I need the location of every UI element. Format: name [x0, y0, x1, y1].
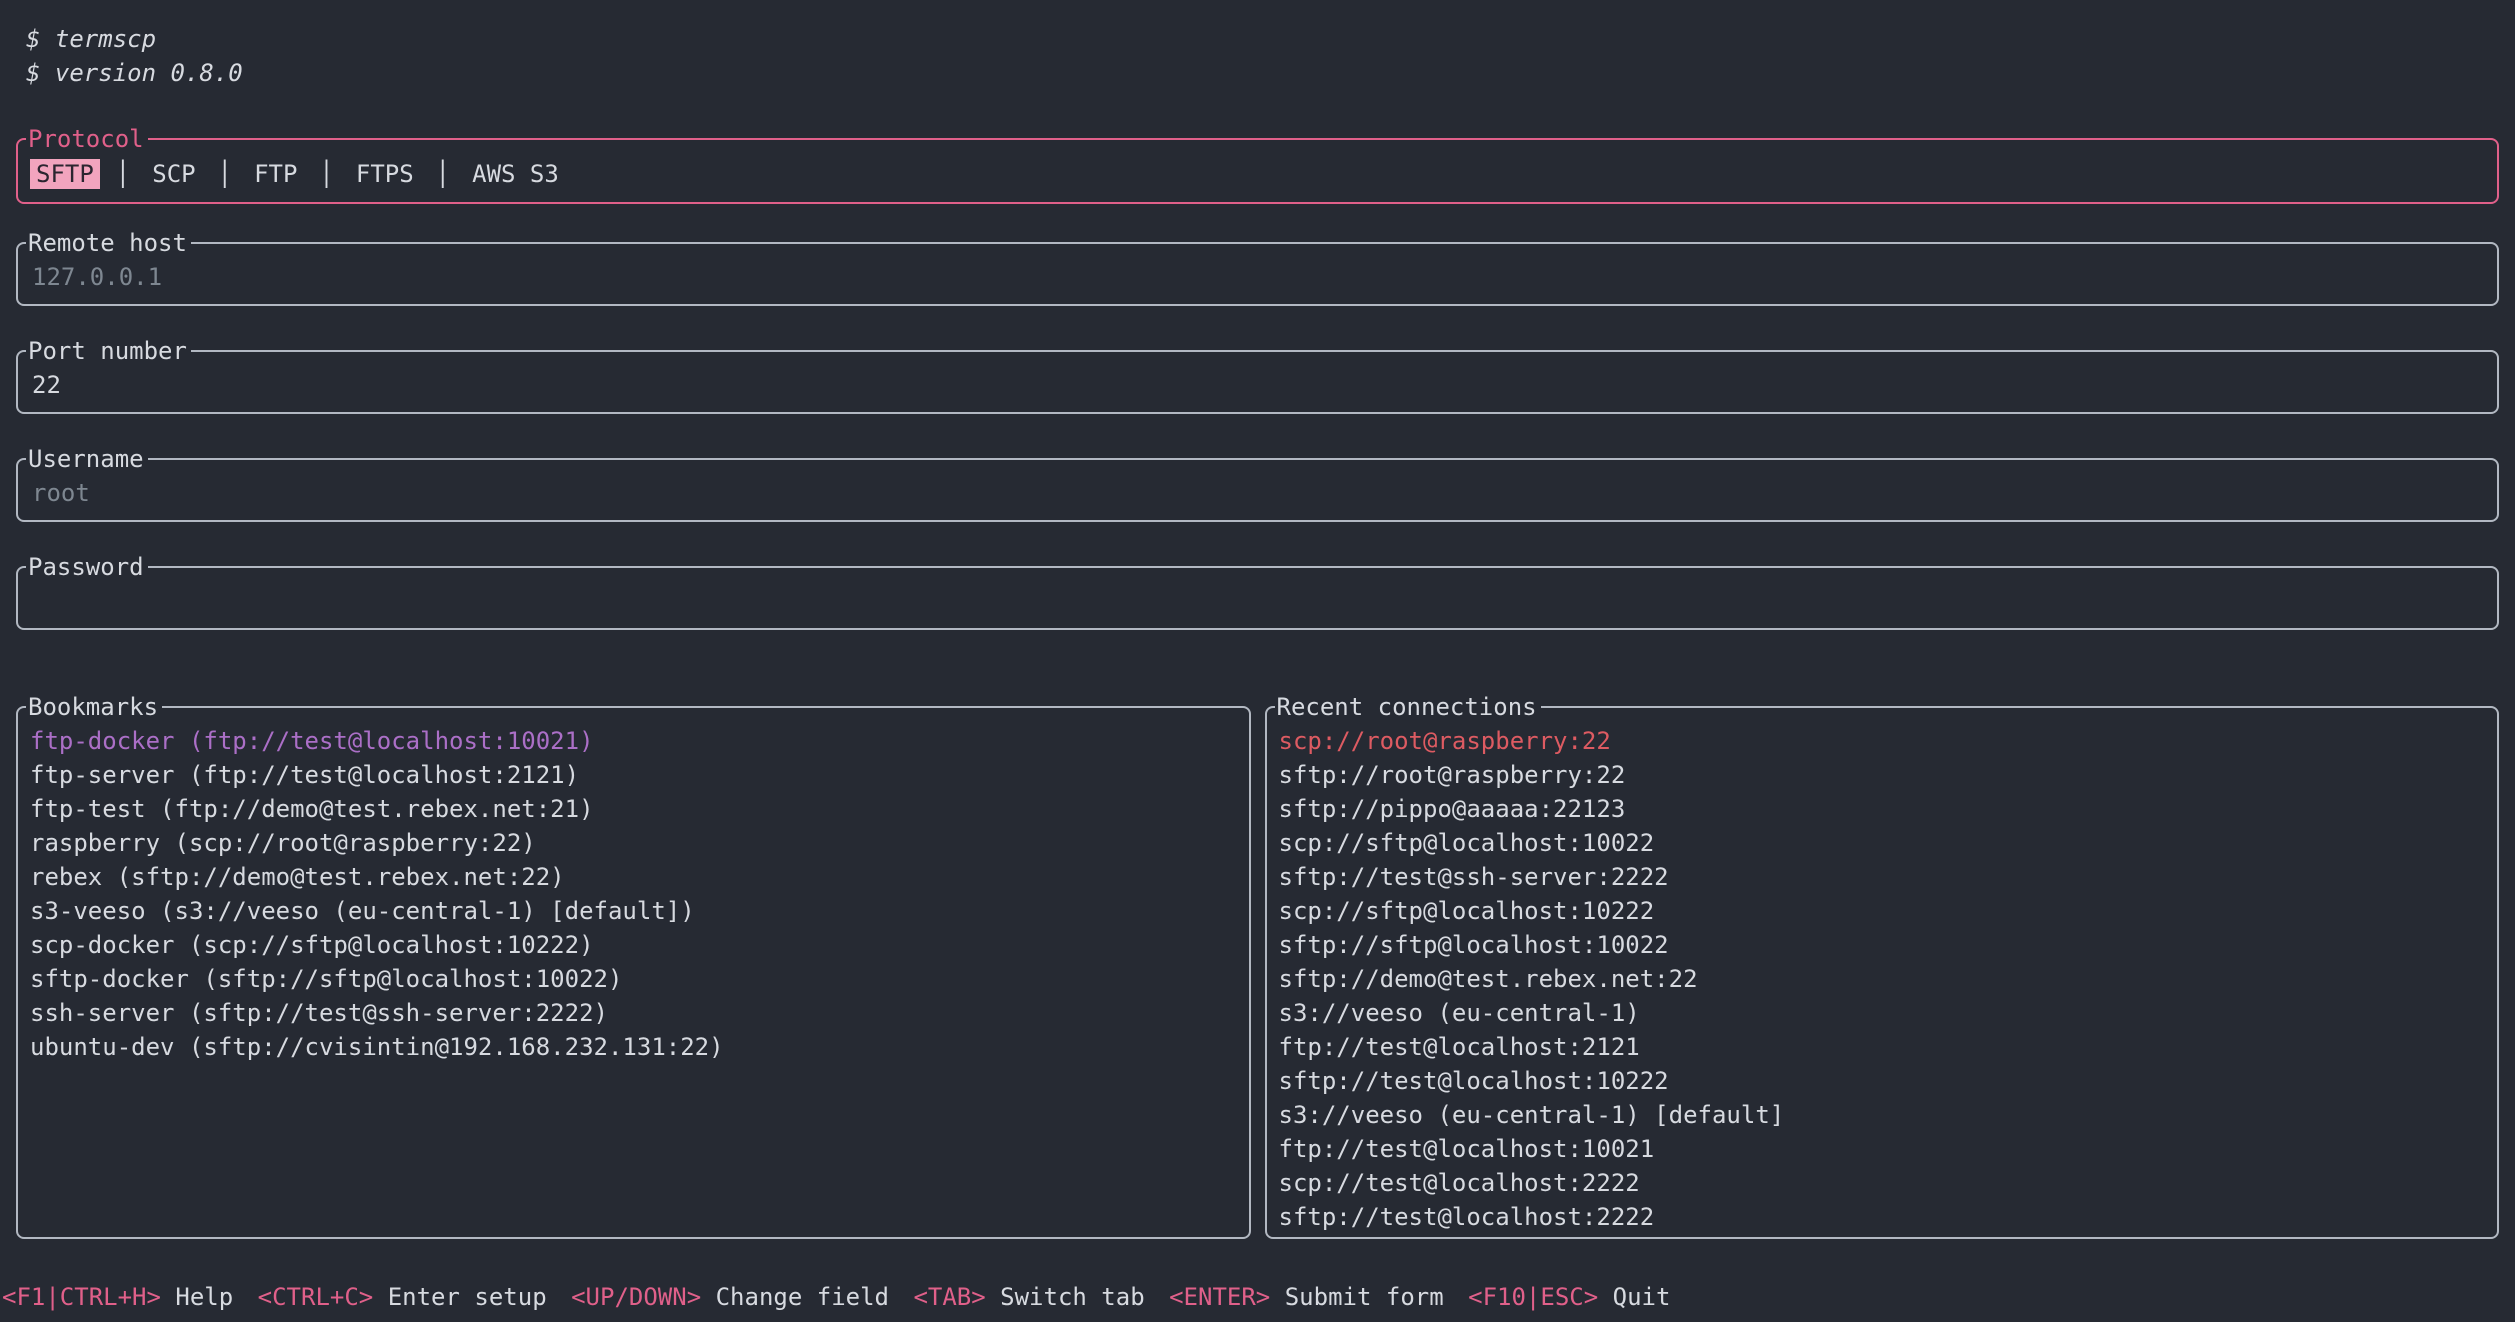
bookmark-item[interactable]: ssh-server (sftp://test@ssh-server:2222) [30, 996, 1237, 1030]
recent-connection-item[interactable]: sftp://test@ssh-server:2222 [1279, 860, 2486, 894]
hint-label: Enter setup [388, 1283, 547, 1311]
hint-label: Change field [716, 1283, 889, 1311]
remote-host-fieldset: Remote host [16, 230, 2499, 306]
recent-connection-item[interactable]: ftp://test@localhost:10021 [1279, 1132, 2486, 1166]
tab-separator: │ [218, 160, 232, 188]
remote-host-label: Remote host [26, 230, 191, 256]
protocol-tab-ftps[interactable]: FTPS [350, 159, 420, 189]
password-input[interactable] [30, 582, 2485, 620]
hint-key: <UP/DOWN> [571, 1283, 701, 1311]
termscp-auth-screen: $ termscp $ version 0.8.0 Protocol SFTP │… [0, 0, 2515, 1322]
port-label: Port number [26, 338, 191, 364]
bookmark-item[interactable]: ftp-docker (ftp://test@localhost:10021) [30, 724, 1237, 758]
recent-connection-item[interactable]: sftp://demo@test.rebex.net:22 [1279, 962, 2486, 996]
port-input[interactable] [30, 366, 2485, 404]
recent-connection-item[interactable]: sftp://pippo@aaaaa:22123 [1279, 792, 2486, 826]
tab-separator: │ [116, 160, 130, 188]
hint-label: Quit [1613, 1283, 1671, 1311]
tab-separator: │ [319, 160, 333, 188]
recent-connection-item[interactable]: scp://sftp@localhost:10022 [1279, 826, 2486, 860]
port-fieldset: Port number [16, 338, 2499, 414]
tab-separator: │ [436, 160, 450, 188]
protocol-tabs: SFTP │ SCP │ FTP │ FTPS │ AWS S3 [30, 154, 2485, 194]
recent-connection-item[interactable]: ftp://test@localhost:2121 [1279, 1030, 2486, 1064]
bookmark-item[interactable]: sftp-docker (sftp://sftp@localhost:10022… [30, 962, 1237, 996]
password-label: Password [26, 554, 148, 580]
bookmark-item[interactable]: ftp-server (ftp://test@localhost:2121) [30, 758, 1237, 792]
username-input[interactable] [30, 474, 2485, 512]
recent-connection-item[interactable]: scp://root@raspberry:22 [1279, 724, 2486, 758]
recent-connection-item[interactable]: sftp://test@localhost:2222 [1279, 1200, 2486, 1234]
bookmark-item[interactable]: rebex (sftp://demo@test.rebex.net:22) [30, 860, 1237, 894]
recent-connection-item[interactable]: scp://sftp@localhost:10222 [1279, 894, 2486, 928]
app-version: $ version 0.8.0 [26, 56, 2499, 90]
recent-connections-fieldset: Recent connections scp://root@raspberry:… [1265, 694, 2500, 1239]
bookmark-item[interactable]: scp-docker (scp://sftp@localhost:10222) [30, 928, 1237, 962]
bookmark-item[interactable]: ftp-test (ftp://demo@test.rebex.net:21) [30, 792, 1237, 826]
protocol-tab-scp[interactable]: SCP [146, 159, 201, 189]
username-label: Username [26, 446, 148, 472]
footer-hints: <F1|CTRL+H> Help <CTRL+C> Enter setup <U… [2, 1280, 1680, 1314]
recent-connection-item[interactable]: s3://veeso (eu-central-1) [default] [1279, 1098, 2486, 1132]
bookmark-item[interactable]: raspberry (scp://root@raspberry:22) [30, 826, 1237, 860]
recent-connection-item[interactable]: sftp://test@localhost:10222 [1279, 1064, 2486, 1098]
protocol-label: Protocol [26, 126, 148, 152]
protocol-tab-aws-s3[interactable]: AWS S3 [466, 159, 565, 189]
recent-connection-item[interactable]: sftp://root@raspberry:22 [1279, 758, 2486, 792]
hint-key: <F10|ESC> [1468, 1283, 1598, 1311]
bookmark-item[interactable]: ubuntu-dev (sftp://cvisintin@192.168.232… [30, 1030, 1237, 1064]
username-fieldset: Username [16, 446, 2499, 522]
hint-key: <CTRL+C> [258, 1283, 374, 1311]
password-fieldset: Password [16, 554, 2499, 630]
bookmarks-label: Bookmarks [26, 694, 162, 720]
recent-connection-item[interactable]: s3://veeso (eu-central-1) [1279, 996, 2486, 1030]
bookmarks-list: ftp-docker (ftp://test@localhost:10021)f… [30, 724, 1237, 1064]
hint-key: <TAB> [913, 1283, 985, 1311]
saved-connections: Bookmarks ftp-docker (ftp://test@localho… [16, 694, 2499, 1239]
hint-key: <ENTER> [1169, 1283, 1270, 1311]
hint-label: Submit form [1285, 1283, 1444, 1311]
bookmarks-fieldset: Bookmarks ftp-docker (ftp://test@localho… [16, 694, 1251, 1239]
protocol-tab-sftp[interactable]: SFTP [30, 159, 100, 189]
hint-key: <F1|CTRL+H> [2, 1283, 161, 1311]
protocol-tab-ftp[interactable]: FTP [248, 159, 303, 189]
recent-list: scp://root@raspberry:22sftp://root@raspb… [1279, 724, 2486, 1234]
terminal-header: $ termscp $ version 0.8.0 [26, 22, 2499, 90]
app-title: $ termscp [26, 22, 2499, 56]
recent-connection-item[interactable]: sftp://sftp@localhost:10022 [1279, 928, 2486, 962]
recent-connection-item[interactable]: scp://test@localhost:2222 [1279, 1166, 2486, 1200]
protocol-fieldset: Protocol SFTP │ SCP │ FTP │ FTPS │ AWS S3 [16, 126, 2499, 204]
hint-label: Switch tab [1000, 1283, 1145, 1311]
hint-label: Help [175, 1283, 233, 1311]
remote-host-input[interactable] [30, 258, 2485, 296]
recent-connections-label: Recent connections [1275, 694, 1541, 720]
bookmark-item[interactable]: s3-veeso (s3://veeso (eu-central-1) [def… [30, 894, 1237, 928]
